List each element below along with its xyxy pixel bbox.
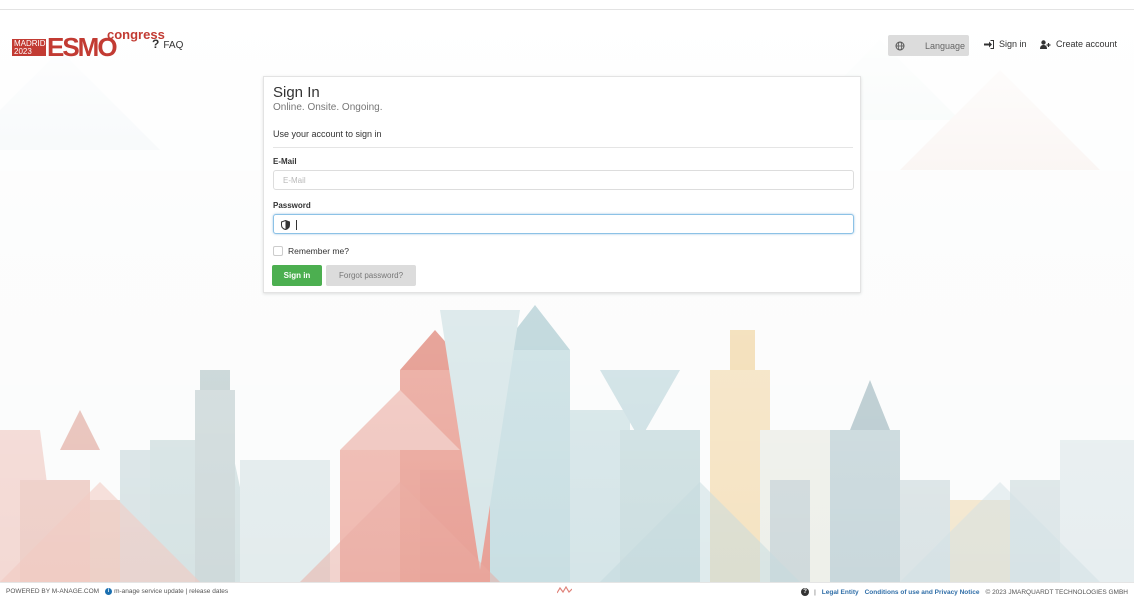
page-footer: POWERED BY M-ANAGE.COM i m-anage service… [0, 582, 1134, 609]
sign-in-label: Sign in [999, 39, 1027, 49]
copyright-text: © 2023 JMARQUARDT TECHNOLOGIES GMBH [985, 588, 1128, 596]
m-anage-logo-icon [557, 586, 572, 594]
email-field[interactable] [273, 170, 854, 190]
card-intro-text: Use your account to sign in [273, 129, 382, 139]
language-button[interactable]: Language [888, 35, 969, 56]
card-title: Sign In [273, 84, 320, 101]
footer-divider: | [814, 588, 816, 596]
password-label: Password [273, 201, 311, 210]
create-account-link[interactable]: Create account [1040, 39, 1117, 49]
top-header: MADRID 2023 ESMO congress ? FAQ Language … [0, 27, 1134, 65]
card-divider [273, 147, 853, 148]
text-cursor [296, 220, 297, 230]
language-label: Language [925, 40, 966, 51]
help-icon[interactable]: ? [801, 588, 810, 596]
header-sign-in-link[interactable]: Sign in [984, 39, 1027, 49]
faq-link[interactable]: ? FAQ [152, 37, 183, 51]
conditions-link[interactable]: Conditions of use and Privacy Notice [865, 589, 980, 596]
card-subtitle: Online. Onsite. Ongoing. [273, 102, 383, 113]
sign-in-button[interactable]: Sign in [272, 265, 322, 286]
sign-in-card: Sign In Online. Onsite. Ongoing. Use you… [263, 76, 861, 293]
legal-entity-link[interactable]: Legal Entity [822, 589, 859, 596]
service-update-link[interactable]: m-anage service update | release dates [114, 588, 228, 595]
remember-me-label[interactable]: Remember me? [288, 246, 349, 256]
logo-brand-text: ESMO [47, 32, 118, 62]
faq-label: FAQ [163, 40, 184, 51]
remember-me-checkbox[interactable] [273, 246, 283, 256]
create-account-label: Create account [1056, 39, 1118, 49]
email-label: E-Mail [273, 157, 297, 166]
shield-icon [281, 220, 290, 230]
powered-by-text[interactable]: POWERED BY M-ANAGE.COM [6, 588, 99, 595]
esmo-congress-logo[interactable]: MADRID 2023 ESMO congress [12, 27, 165, 62]
password-field[interactable] [273, 214, 854, 234]
footer-left: POWERED BY M-ANAGE.COM i m-anage service… [6, 588, 228, 595]
footer-right: ? | Legal Entity Conditions of use and P… [801, 588, 1128, 596]
info-icon: i [105, 588, 113, 595]
add-user-icon [1040, 39, 1051, 49]
question-icon: ? [152, 37, 160, 51]
globe-icon [895, 41, 905, 50]
logo-city-badge: MADRID 2023 [12, 39, 46, 56]
sign-in-icon [984, 39, 994, 49]
top-frame-border [0, 0, 1134, 10]
forgot-password-button[interactable]: Forgot password? [326, 265, 416, 286]
